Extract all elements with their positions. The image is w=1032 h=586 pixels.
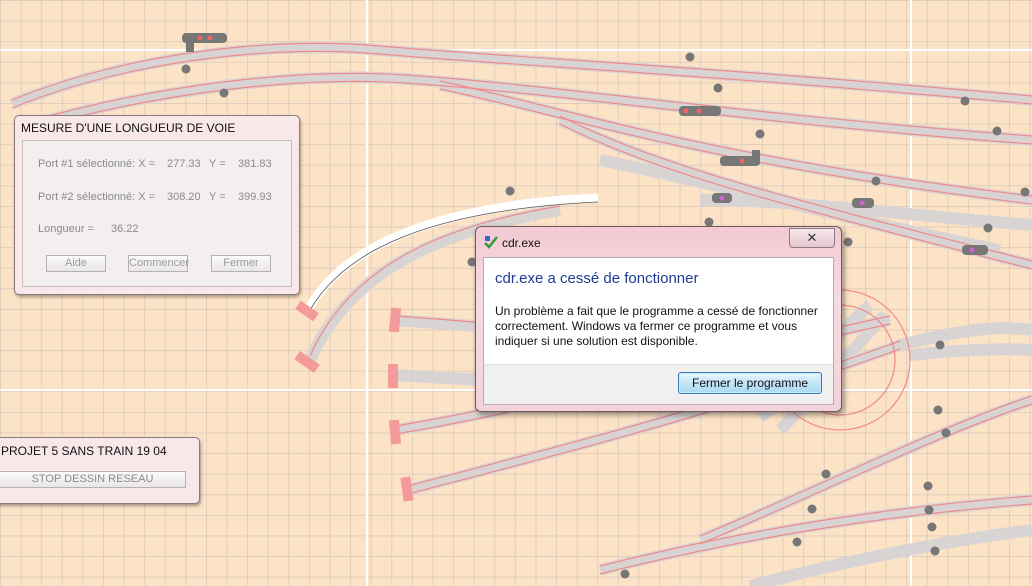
dialog-title: cdr.exe	[502, 236, 541, 250]
port1-x-value: 277.33	[167, 158, 201, 170]
track-marker-icon	[685, 52, 695, 62]
port2-x-value: 308.20	[167, 191, 201, 203]
track-marker-icon	[923, 481, 933, 491]
track-marker-icon	[927, 522, 937, 532]
signal-icon	[852, 198, 874, 208]
track-marker-icon	[219, 88, 229, 98]
track-marker-icon	[1020, 187, 1030, 197]
track	[909, 343, 1032, 361]
track-marker-icon	[871, 176, 881, 186]
track-marker-icon	[792, 537, 802, 547]
track-marker-icon	[807, 504, 817, 514]
port2-label: Port #2 sélectionné: X =	[38, 191, 156, 203]
signal-icon	[712, 193, 732, 203]
track-marker-icon	[935, 340, 945, 350]
close-button[interactable]: Fermer	[211, 255, 271, 272]
dialog-message: Un problème a fait que le programme a ce…	[495, 304, 818, 348]
start-button[interactable]: Commencer	[128, 255, 189, 272]
track-marker-icon	[960, 96, 970, 106]
dialog-body: cdr.exe a cessé de fonctionner Un problè…	[483, 257, 834, 366]
project-window[interactable]: PROJET 5 SANS TRAIN 19 04 STOP DESSIN RE…	[0, 437, 200, 504]
app-icon	[484, 236, 498, 249]
dialog-heading: cdr.exe a cessé de fonctionner	[495, 270, 699, 287]
length-label: Longueur =	[38, 223, 94, 235]
dialog-footer: Fermer le programme	[483, 364, 834, 405]
track-marker-icon	[620, 569, 630, 579]
buffer-stop	[388, 307, 402, 333]
port1-label: Port #1 sélectionné: X =	[38, 158, 156, 170]
measure-panel: Port #1 sélectionné: X = 277.33 Y = 381.…	[22, 140, 292, 287]
signal-icon	[962, 245, 988, 255]
help-button[interactable]: Aide	[46, 255, 106, 272]
port2-y-label: Y =	[209, 191, 226, 203]
buffer-stop	[400, 476, 414, 502]
buffer-stop	[388, 364, 398, 388]
close-icon[interactable]: ✕	[789, 228, 835, 248]
track-marker-icon	[843, 237, 853, 247]
port2-y-value: 399.93	[238, 191, 272, 203]
track-marker-icon	[992, 126, 1002, 136]
track-marker-icon	[941, 428, 951, 438]
measure-track-window[interactable]: MESURE D'UNE LONGUEUR DE VOIE Port #1 sé…	[14, 115, 300, 295]
track-marker-icon	[924, 505, 934, 515]
length-value: 36.22	[111, 223, 139, 235]
port1-y-label: Y =	[209, 158, 226, 170]
window-title: MESURE D'UNE LONGUEUR DE VOIE	[21, 121, 236, 135]
track-marker-icon	[933, 405, 943, 415]
signal-icon	[679, 106, 721, 116]
track-marker-icon	[930, 546, 940, 556]
project-title: PROJET 5 SANS TRAIN 19 04	[1, 444, 167, 458]
error-dialog[interactable]: cdr.exe ✕ cdr.exe a cessé de fonctionner…	[475, 226, 842, 412]
track-marker-icon	[713, 83, 723, 93]
stop-drawing-button[interactable]: STOP DESSIN RESEAU	[0, 471, 186, 488]
track-marker-icon	[983, 223, 993, 233]
track-marker-icon	[821, 469, 831, 479]
buffer-stop	[388, 419, 402, 445]
close-program-button[interactable]: Fermer le programme	[678, 372, 822, 394]
track	[748, 524, 1032, 586]
track-marker-icon	[181, 64, 191, 74]
track-marker-icon	[505, 186, 515, 196]
port1-y-value: 381.83	[238, 158, 272, 170]
track-marker-icon	[755, 129, 765, 139]
